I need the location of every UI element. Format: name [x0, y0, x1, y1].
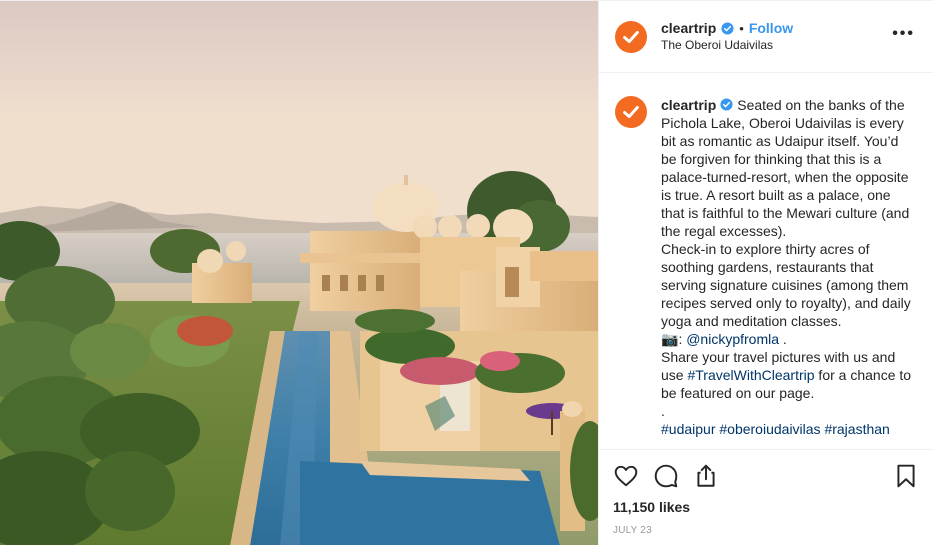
credit-suffix: .: [779, 331, 787, 347]
avatar[interactable]: [615, 20, 647, 53]
comments-area[interactable]: cleartrip Seated on the banks of the Pich…: [599, 74, 933, 449]
username-link[interactable]: cleartrip: [661, 20, 716, 37]
bookmark-icon: [897, 464, 915, 488]
header-row: cleartrip • Follow: [661, 20, 892, 37]
instagram-post: cleartrip • Follow The Oberoi Udaivilas …: [0, 0, 933, 545]
comment-button[interactable]: [653, 463, 679, 489]
save-button[interactable]: [893, 463, 919, 489]
caption-username[interactable]: cleartrip: [661, 97, 716, 113]
heart-icon: [614, 465, 638, 487]
camera-icon: 📷: [661, 331, 679, 347]
caption-paragraph-1: cleartrip Seated on the banks of the Pich…: [661, 96, 915, 240]
checkmark-logo-icon: [623, 30, 639, 43]
caption-text: cleartrip Seated on the banks of the Pich…: [661, 96, 915, 438]
share-button[interactable]: [693, 463, 719, 489]
post-header: cleartrip • Follow The Oberoi Udaivilas …: [599, 1, 933, 73]
separator-dot: •: [739, 20, 744, 36]
checkmark-logo-icon: [623, 105, 639, 119]
header-text: cleartrip • Follow The Oberoi Udaivilas: [661, 20, 892, 54]
caption-body-1: Seated on the banks of the Pichola Lake,…: [661, 97, 910, 239]
post-sidebar: cleartrip • Follow The Oberoi Udaivilas …: [598, 1, 933, 545]
location-link[interactable]: The Oberoi Udaivilas: [661, 37, 892, 54]
verified-badge-icon: [721, 21, 734, 35]
photo-illustration: [0, 1, 598, 545]
action-icons: [613, 462, 919, 490]
verified-badge-icon: [720, 98, 733, 111]
credit-handle-link[interactable]: @nickypfromla: [686, 331, 779, 347]
follow-button[interactable]: Follow: [749, 20, 793, 37]
post-photo[interactable]: [0, 1, 598, 545]
caption: cleartrip Seated on the banks of the Pich…: [615, 96, 915, 438]
caption-avatar[interactable]: [615, 96, 647, 128]
caption-paragraph-2: Check-in to explore thirty acres of soot…: [661, 241, 911, 329]
likes-count[interactable]: 11,150 likes: [613, 499, 919, 515]
share-line: Share your travel pictures with us and u…: [661, 348, 915, 402]
more-options-icon[interactable]: •••: [892, 25, 917, 49]
dot-line: .: [661, 403, 665, 419]
comment-icon: [654, 464, 678, 488]
post-date[interactable]: JULY 23: [613, 525, 919, 536]
hashtag-travelwithcleartrip[interactable]: #TravelWithCleartrip: [687, 367, 814, 383]
actions-section: 11,150 likes JULY 23: [599, 449, 933, 536]
hashtags-line[interactable]: #udaipur #oberoiudaivilas #rajasthan: [661, 420, 915, 438]
photo-credit: 📷: @nickypfromla .: [661, 331, 787, 347]
share-icon: [697, 464, 715, 487]
like-button[interactable]: [613, 463, 639, 489]
